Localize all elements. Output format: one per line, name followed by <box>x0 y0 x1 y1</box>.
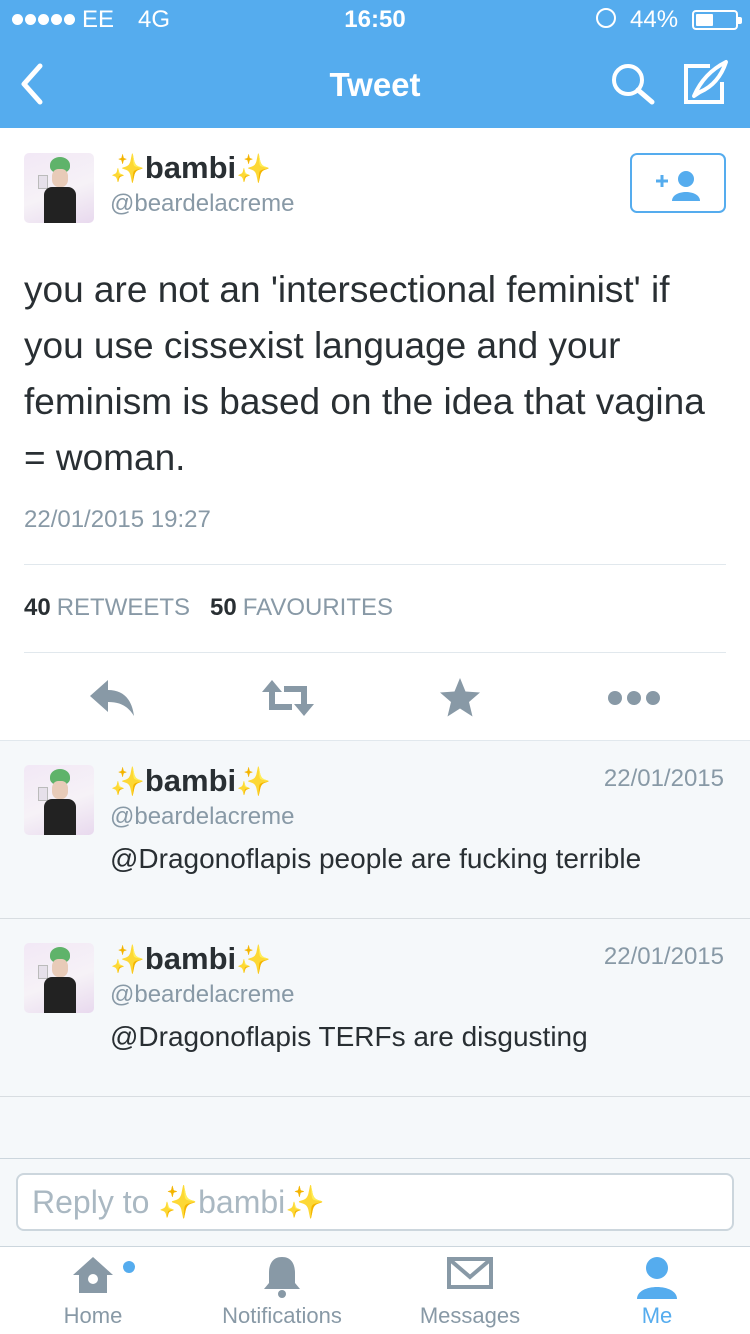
tab-notifications[interactable]: Notifications <box>192 1247 372 1334</box>
reply-tweet[interactable]: ✨ bambi ✨ @beardelacreme 22/01/2015 @Dra… <box>0 741 750 919</box>
divider <box>0 1096 750 1097</box>
search-icon[interactable] <box>608 60 656 108</box>
avatar[interactable] <box>24 943 94 1013</box>
favourites-label[interactable]: FAVOURITES <box>243 594 393 622</box>
retweet-icon[interactable] <box>260 676 316 720</box>
tab-label: Notifications <box>222 1303 342 1328</box>
home-icon <box>73 1257 113 1293</box>
display-name[interactable]: ✨ bambi ✨ <box>110 763 271 799</box>
rotation-lock-icon <box>596 8 616 28</box>
user-handle[interactable]: @beardelacreme <box>110 803 294 831</box>
sparkles-left: ✨ <box>110 943 145 975</box>
user-handle[interactable]: @beardelacreme <box>110 190 294 218</box>
main-tweet: ✨ bambi ✨ @beardelacreme you are not an … <box>0 128 750 740</box>
sparkles-right: ✨ <box>236 765 272 797</box>
sparkles-left: ✨ <box>110 765 145 797</box>
tweet-text: you are not an 'intersectional feminist'… <box>24 269 705 478</box>
display-name-text: bambi <box>144 150 237 185</box>
display-name[interactable]: ✨ bambi ✨ <box>110 150 271 186</box>
avatar[interactable] <box>24 153 94 223</box>
reply-bar <box>0 1158 750 1246</box>
tab-label: Messages <box>419 1303 521 1328</box>
tab-home[interactable]: Home <box>3 1247 183 1334</box>
sparkles-left: ✨ <box>110 152 145 184</box>
reply-date: 22/01/2015 <box>603 943 724 970</box>
retweets-count[interactable]: 40 <box>24 594 51 622</box>
tab-bar: Home Notifications Messages Me <box>0 1246 750 1334</box>
top-bar: EE 4G 16:50 44% Tweet <box>0 0 750 128</box>
divider <box>24 652 726 653</box>
sparkles-right: ✨ <box>236 943 272 975</box>
favourite-star-icon[interactable] <box>438 676 486 720</box>
add-user-icon <box>656 171 700 201</box>
tab-messages[interactable]: Messages <box>380 1247 560 1334</box>
status-bar: EE 4G 16:50 44% <box>0 0 750 40</box>
reply-tweet[interactable]: ✨ bambi ✨ @beardelacreme 22/01/2015 @Dra… <box>0 919 750 1097</box>
sparkles-right: ✨ <box>236 152 272 184</box>
battery-percentage: 44% <box>630 6 679 33</box>
follow-button[interactable] <box>630 153 726 213</box>
battery-icon <box>692 10 742 30</box>
favourites-count[interactable]: 50 <box>210 594 237 622</box>
reply-icon[interactable] <box>88 676 136 720</box>
tab-label: Me <box>641 1303 673 1328</box>
display-name[interactable]: ✨ bambi ✨ <box>110 941 271 977</box>
user-handle[interactable]: @beardelacreme <box>110 981 294 1009</box>
reply-text: @Dragonoflapis TERFs are disgusting <box>110 1021 588 1052</box>
more-options-icon[interactable] <box>606 676 662 720</box>
display-name-text: bambi <box>144 941 237 976</box>
tweet-timestamp: 22/01/2015 19:27 <box>24 506 211 533</box>
tab-me[interactable]: Me <box>567 1247 747 1334</box>
tweet-stats: 40 RETWEETS 50 FAVOURITES <box>24 594 393 622</box>
replies-list: ✨ bambi ✨ @beardelacreme 22/01/2015 @Dra… <box>0 740 750 1160</box>
envelope-icon <box>447 1257 493 1289</box>
divider <box>24 564 726 565</box>
display-name-text: bambi <box>144 763 237 798</box>
bell-icon <box>264 1257 300 1298</box>
home-notification-dot <box>123 1261 135 1273</box>
retweets-label[interactable]: RETWEETS <box>57 594 190 622</box>
reply-text: @Dragonoflapis people are fucking terrib… <box>110 843 642 874</box>
avatar[interactable] <box>24 765 94 835</box>
person-icon <box>637 1257 677 1299</box>
reply-input[interactable] <box>16 1173 734 1231</box>
reply-date: 22/01/2015 <box>603 765 724 792</box>
compose-tweet-icon[interactable] <box>680 58 732 108</box>
tab-label: Home <box>63 1303 123 1328</box>
